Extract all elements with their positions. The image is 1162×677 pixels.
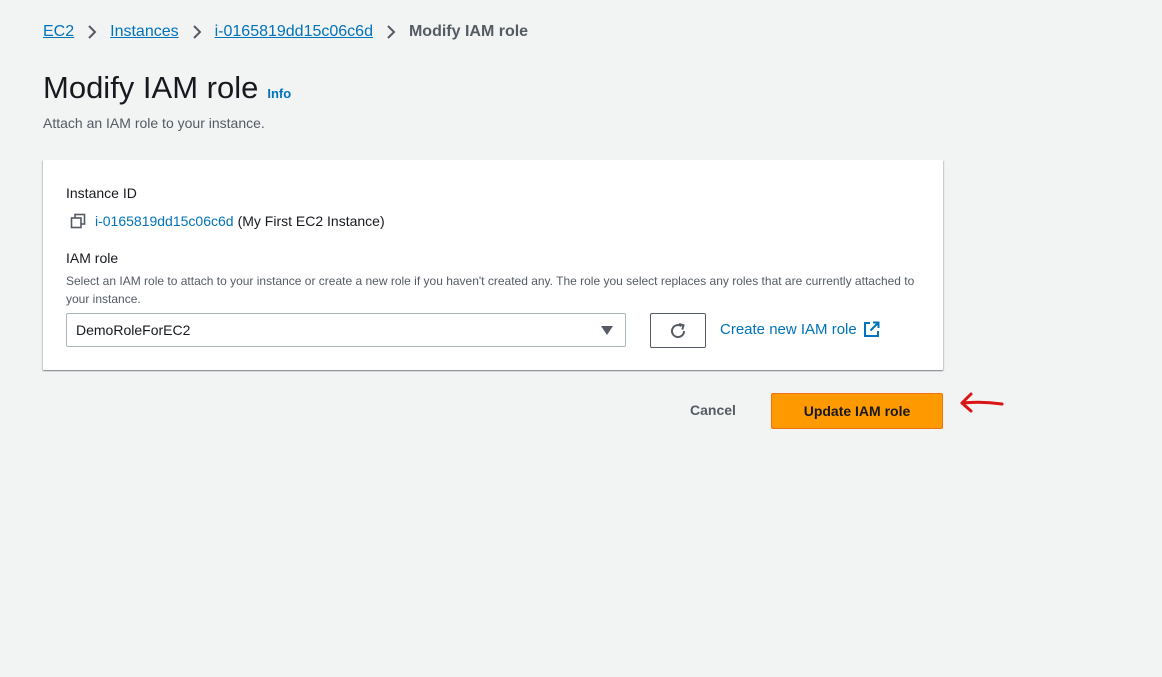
page-title: Modify IAM role — [43, 70, 259, 105]
page-subtitle: Attach an IAM role to your instance. — [43, 115, 265, 131]
breadcrumb-current: Modify IAM role — [408, 23, 529, 40]
cancel-button[interactable]: Cancel — [672, 393, 754, 428]
page-header: Modify IAM role Info — [43, 68, 291, 108]
refresh-button[interactable] — [650, 313, 706, 348]
chevron-right-icon — [74, 22, 110, 42]
create-iam-role-label: Create new IAM role — [720, 320, 857, 338]
iam-role-selected-value: DemoRoleForEC2 — [76, 322, 191, 338]
iam-role-select[interactable]: DemoRoleForEC2 — [66, 313, 626, 347]
chevron-right-icon — [179, 22, 215, 42]
copy-icon[interactable] — [69, 212, 87, 230]
breadcrumb-link-instance-id[interactable]: i-0165819dd15c06c6d — [215, 22, 373, 42]
iam-role-label: IAM role — [66, 250, 119, 266]
breadcrumb-link-instances[interactable]: Instances — [110, 22, 178, 42]
breadcrumb-link-ec2[interactable]: EC2 — [43, 22, 74, 42]
caret-down-icon — [601, 326, 613, 335]
instance-id-value: i-0165819dd15c06c6d (My First EC2 Instan… — [69, 212, 385, 230]
instance-id-label: Instance ID — [66, 185, 137, 201]
breadcrumb: EC2 Instances i-0165819dd15c06c6d Modify… — [43, 22, 528, 42]
instance-name: (My First EC2 Instance) — [237, 213, 385, 229]
update-iam-role-button[interactable]: Update IAM role — [771, 393, 943, 429]
arrow-left-icon — [958, 390, 1006, 416]
instance-id-link[interactable]: i-0165819dd15c06c6d — [95, 213, 234, 229]
iam-role-description: Select an IAM role to attach to your ins… — [66, 274, 915, 306]
external-link-icon — [863, 320, 881, 338]
form-container: Instance ID i-0165819dd15c06c6d (My Firs… — [43, 160, 943, 370]
refresh-icon — [668, 321, 688, 341]
info-link[interactable]: Info — [267, 86, 291, 101]
create-iam-role-link[interactable]: Create new IAM role — [720, 320, 881, 338]
chevron-right-icon — [373, 22, 409, 42]
